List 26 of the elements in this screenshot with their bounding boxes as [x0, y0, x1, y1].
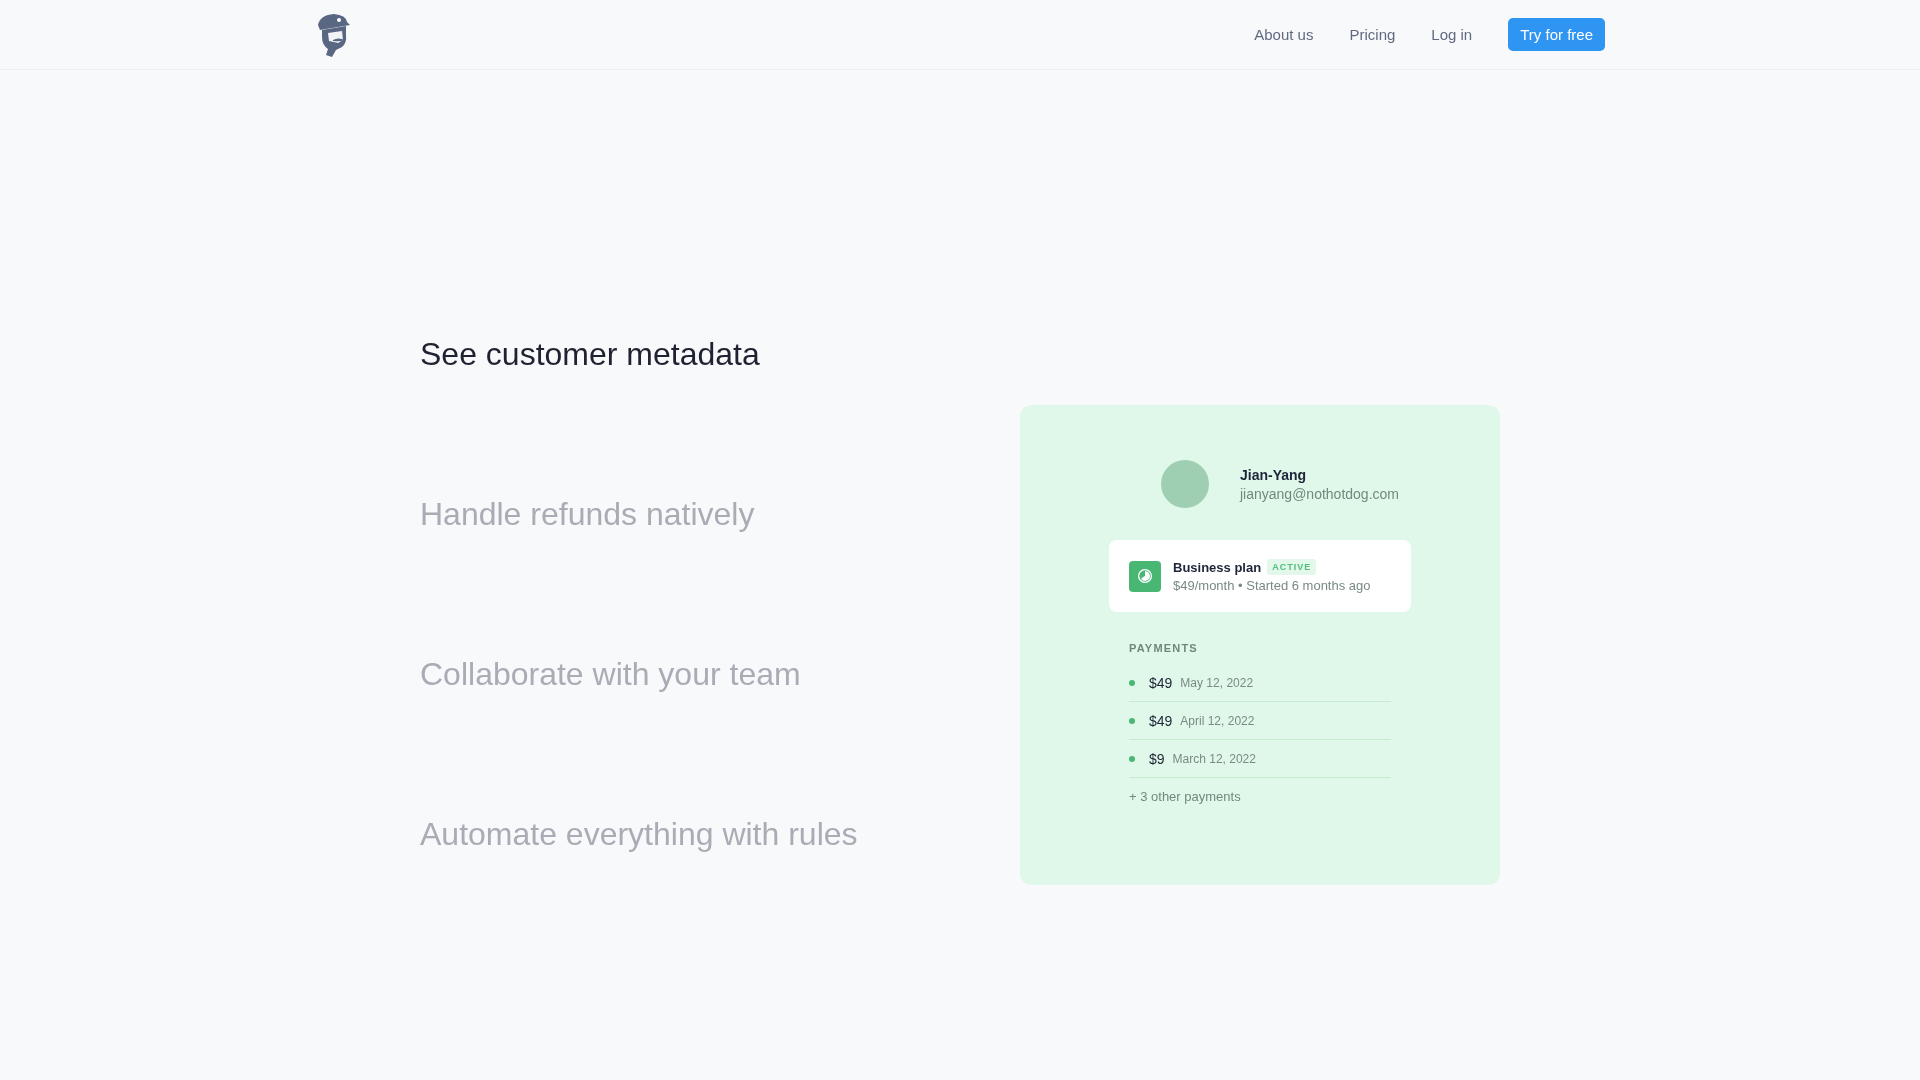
nav-link[interactable]: Pricing: [1349, 26, 1396, 43]
feature-tab[interactable]: Handle refunds natively: [420, 496, 1020, 656]
status-dot: [1129, 717, 1135, 724]
payment-date: May 12, 2022: [1180, 675, 1254, 690]
plan-details: $49/month • Started 6 months ago: [1173, 578, 1371, 593]
status-badge: ACTIVE: [1267, 559, 1317, 575]
try-button[interactable]: Try for free: [1508, 18, 1605, 51]
payment-amount: $49: [1149, 712, 1173, 729]
plan-name: Business plan: [1173, 559, 1262, 575]
customer-name: Jian-Yang: [1240, 466, 1308, 483]
payment-amount: $9: [1149, 750, 1165, 767]
avatar: [1161, 460, 1209, 508]
payment-amount: $49: [1149, 674, 1173, 691]
payment-date: March 12, 2022: [1172, 751, 1256, 766]
status-dot: [1129, 679, 1135, 686]
feature-tab[interactable]: Collaborate with your team: [420, 656, 1020, 816]
payment-date: April 12, 2022: [1180, 713, 1255, 728]
nav-link[interactable]: Log in: [1431, 26, 1473, 43]
feature-tab[interactable]: See customer metadata: [420, 336, 1020, 496]
more-payments-link[interactable]: + 3 other payments: [1129, 789, 1391, 804]
nav-link[interactable]: About us: [1254, 26, 1314, 43]
customer-email: jianyang@nothotdog.com: [1240, 485, 1399, 502]
status-dot: [1129, 755, 1135, 762]
feature-tab[interactable]: Automate everything with rules: [420, 816, 1020, 976]
payments-heading: PAYMENTS: [1129, 642, 1199, 654]
clock-icon: [1129, 560, 1161, 592]
